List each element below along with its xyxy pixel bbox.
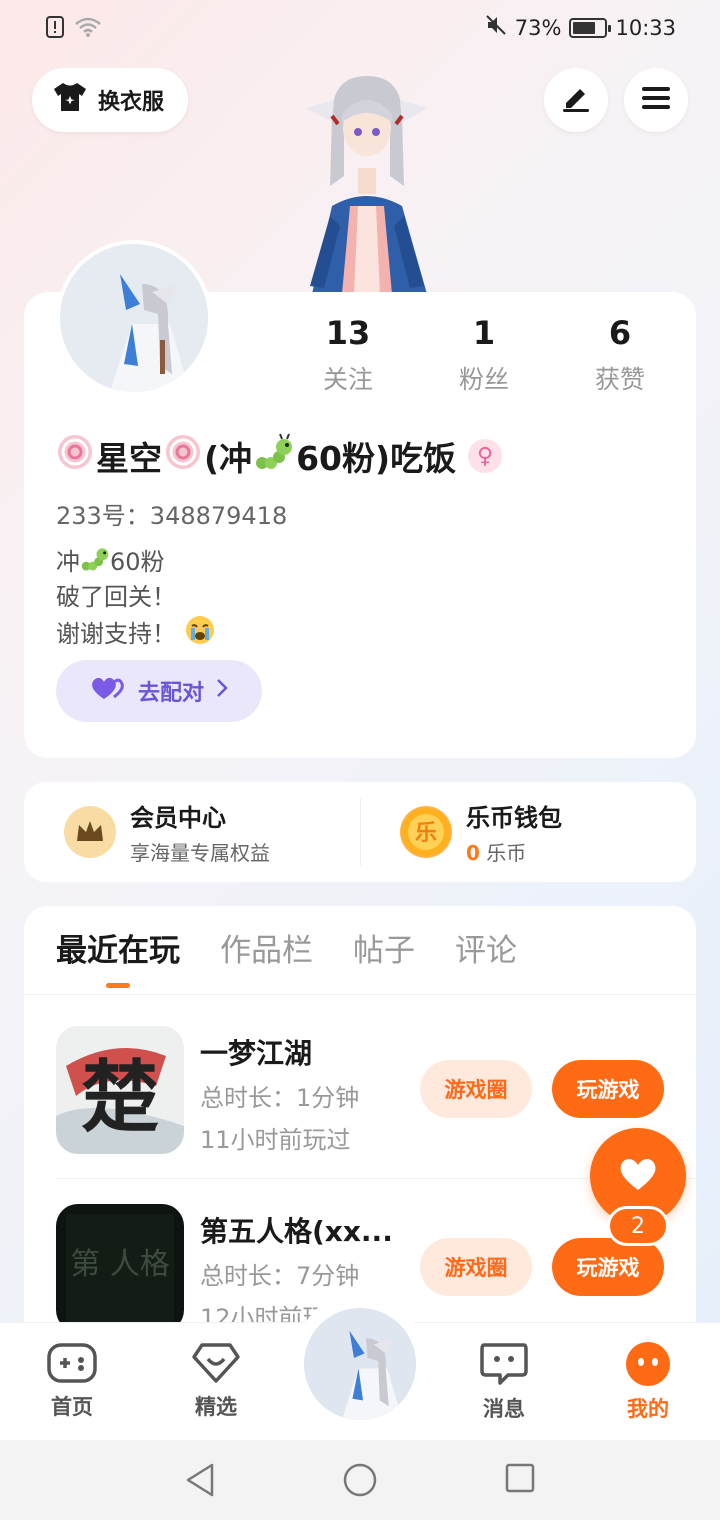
play-game-button[interactable]: 玩游戏: [552, 1060, 664, 1118]
coin-balance: 0 乐币: [466, 837, 562, 866]
nav-label: 我的: [627, 1397, 669, 1421]
avatar-character[interactable]: [292, 56, 442, 294]
system-nav-bar: [0, 1440, 720, 1520]
heart-icon: [618, 1156, 658, 1196]
shirt-icon: [52, 81, 88, 119]
tab-recent[interactable]: 最近在玩: [56, 926, 180, 988]
nav-label: 首页: [51, 1395, 93, 1419]
caterpillar-icon: [254, 433, 294, 479]
clock: 10:33: [615, 15, 676, 40]
stat-number: 6: [608, 314, 632, 352]
stat-number: 1: [472, 314, 496, 352]
pen-icon: [560, 82, 592, 118]
bio: 冲 60粉 破了回关！ 谢谢支持！: [56, 544, 216, 655]
nav-home[interactable]: 首页: [22, 1341, 122, 1421]
lollipop-icon: [56, 433, 94, 479]
heart-diamond-icon: [190, 1343, 242, 1389]
bio-text: 60粉: [110, 548, 165, 576]
alert-icon: [46, 16, 64, 42]
member-title: 会员中心: [130, 804, 226, 832]
member-center[interactable]: 会员中心 享海量专属权益: [24, 782, 360, 882]
nav-messages[interactable]: 消息: [454, 1341, 554, 1423]
chat-icon: [478, 1343, 530, 1391]
battery-icon: [569, 17, 612, 38]
bio-text: 破了回关！: [56, 583, 176, 611]
outfit-button[interactable]: 换衣服: [32, 68, 189, 132]
crown-icon: [64, 806, 116, 858]
crying-face-icon: [184, 614, 216, 655]
recents-square-icon[interactable]: [504, 1462, 536, 1498]
game-icon[interactable]: 楚: [56, 1026, 184, 1154]
coin-count: 0: [466, 841, 480, 865]
username-part: (冲: [204, 439, 253, 478]
stat-fans[interactable]: 1 粉丝: [416, 314, 552, 396]
profile-tabs: 最近在玩 作品栏 帖子 评论: [56, 926, 517, 988]
stat-label: 关注: [322, 365, 373, 394]
like-count-badge: 2: [607, 1206, 669, 1246]
game-duration: 总时长：7分钟: [200, 1262, 360, 1290]
user-id: 233号：348879418: [56, 502, 288, 530]
menu-icon: [640, 84, 672, 116]
stat-label: 粉丝: [458, 365, 509, 394]
game-row[interactable]: 楚 一梦江湖 总时长：1分钟 11小时前玩过 游戏圈 玩游戏: [56, 1026, 664, 1156]
username-main: 星空: [96, 439, 162, 478]
stat-label: 获赞: [594, 365, 645, 394]
wifi-icon: [74, 16, 102, 42]
battery-fill: [573, 21, 596, 34]
battery-percent: 73%: [514, 15, 562, 40]
tabs-divider: [24, 994, 696, 995]
mute-icon: [485, 14, 507, 41]
back-icon[interactable]: [184, 1462, 216, 1502]
gender-female-icon: ♀: [468, 439, 503, 473]
nav-featured[interactable]: 精选: [166, 1341, 266, 1421]
nav-label: 精选: [195, 1395, 237, 1419]
stat-number: 13: [325, 314, 371, 352]
nav-center-avatar[interactable]: [304, 1308, 416, 1420]
game-icon[interactable]: 第 人格: [56, 1204, 184, 1332]
game-circle-button[interactable]: 游戏圈: [420, 1238, 532, 1296]
coin-unit: 乐币: [486, 841, 527, 865]
coin-wallet[interactable]: 乐 乐币钱包 0 乐币: [360, 782, 696, 882]
edit-button[interactable]: [544, 68, 608, 132]
game-circle-button[interactable]: 游戏圈: [420, 1060, 532, 1118]
caterpillar-icon: [80, 544, 110, 581]
status-bar: 73% 10:33: [0, 0, 720, 56]
profile-stats: 13 关注 1 粉丝 6 获赞: [280, 314, 696, 396]
username: 星空 (冲 60粉)吃饭 ♀: [56, 432, 503, 480]
match-button[interactable]: 去配对: [56, 660, 262, 722]
stat-following[interactable]: 13 关注: [280, 314, 416, 396]
coin-icon: 乐: [400, 806, 452, 858]
nav-mine[interactable]: 我的: [598, 1341, 698, 1423]
game-icon-char: 第 人格: [70, 1247, 170, 1282]
game-duration: 总时长：1分钟: [200, 1084, 360, 1112]
menu-button[interactable]: [624, 68, 688, 132]
stat-likes[interactable]: 6 获赞: [552, 314, 688, 396]
bio-text: 冲: [56, 548, 80, 576]
nav-label: 消息: [483, 1397, 525, 1421]
chevron-right-icon: [216, 678, 228, 704]
game-last-played: 11小时前玩过: [200, 1126, 351, 1154]
home-circle-icon[interactable]: [342, 1462, 378, 1502]
coin-icon-char: 乐: [415, 821, 437, 846]
coin-title: 乐币钱包: [466, 804, 562, 832]
lollipop-icon: [164, 433, 202, 479]
tab-comments[interactable]: 评论: [455, 926, 517, 982]
bio-text: 谢谢支持！: [56, 620, 176, 648]
gamepad-icon: [46, 1343, 98, 1389]
tab-works[interactable]: 作品栏: [220, 926, 313, 982]
game-name: 第五人格(xx...: [200, 1215, 393, 1248]
profile-avatar[interactable]: [56, 240, 212, 396]
face-icon: [625, 1342, 671, 1391]
outfit-label: 换衣服: [98, 90, 165, 115]
tab-posts[interactable]: 帖子: [353, 926, 415, 982]
play-game-button[interactable]: 玩游戏: [552, 1238, 664, 1296]
match-label: 去配对: [137, 681, 204, 706]
game-icon-char: 楚: [81, 1052, 159, 1143]
username-part: 60粉)吃饭: [296, 439, 457, 478]
member-wallet-card: 会员中心 享海量专属权益 乐 乐币钱包 0 乐币: [24, 782, 696, 882]
game-name: 一梦江湖: [200, 1037, 313, 1070]
hearts-icon: [90, 675, 126, 707]
member-subtitle: 享海量专属权益: [130, 841, 270, 865]
